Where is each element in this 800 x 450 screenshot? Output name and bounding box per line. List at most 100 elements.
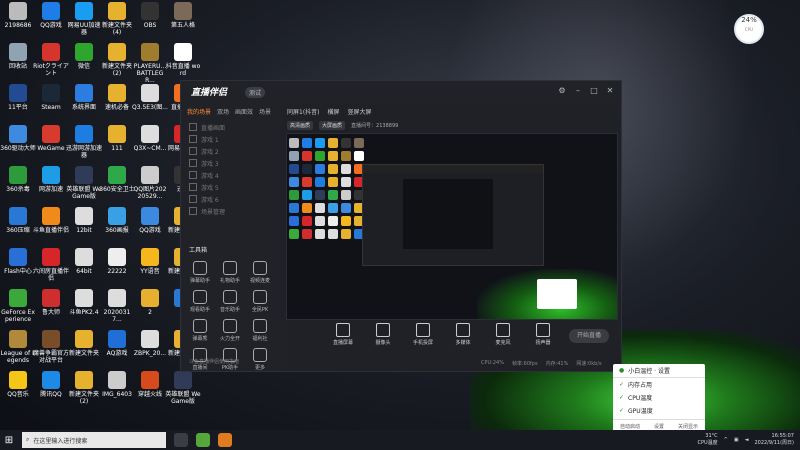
- desktop-icon[interactable]: QQ游戏: [33, 2, 69, 29]
- desktop-icon[interactable]: 斗鱼直播伴侣: [33, 207, 69, 234]
- tool-item[interactable]: 全民PK: [245, 290, 275, 313]
- desktop-icon[interactable]: 六间房直播伴侣: [33, 248, 69, 282]
- autostart-button[interactable]: 自动启动: [620, 423, 640, 430]
- desktop-icon[interactable]: AQ游戏: [99, 330, 135, 357]
- tray-option-gpu[interactable]: ✓ GPU温度: [613, 404, 705, 417]
- desktop-icon[interactable]: 穿越火线: [132, 371, 168, 398]
- volume-icon[interactable]: ◄: [745, 437, 749, 443]
- close-icon[interactable]: ✕: [605, 86, 615, 96]
- taskbar-app-icon[interactable]: [196, 433, 210, 447]
- tool-item[interactable]: 弹幕秀: [185, 319, 215, 342]
- minimize-icon[interactable]: –: [573, 86, 583, 96]
- desktop-icon[interactable]: 新建文件夹 (2): [99, 43, 135, 77]
- desktop-icon[interactable]: 第五人格: [165, 2, 201, 29]
- windows-start-icon[interactable]: ⊞: [0, 430, 18, 450]
- network-icon[interactable]: ▣: [734, 437, 739, 443]
- taskbar-search[interactable]: ⌕ 在这里输入进行搜索: [22, 432, 166, 448]
- taskbar-live-companion-icon[interactable]: [218, 433, 232, 447]
- desktop-icon[interactable]: OBS: [132, 2, 168, 29]
- desktop-icon[interactable]: QQ图片20220529...: [132, 166, 168, 200]
- desktop-icon[interactable]: 网易UU加速器: [66, 2, 102, 36]
- desktop-icon[interactable]: 新建文件夹 (2): [66, 371, 102, 405]
- stage-tab-1[interactable]: 同屏1(抖音): [287, 107, 320, 116]
- layer-checkbox[interactable]: [189, 171, 197, 179]
- layer-checkbox[interactable]: [189, 135, 197, 143]
- desktop-icon[interactable]: 新建文件夹: [66, 330, 102, 357]
- desktop-icon[interactable]: 2198686: [0, 2, 36, 29]
- desktop-icon[interactable]: 系统界面: [66, 84, 102, 111]
- layer-item[interactable]: 游戏 4: [189, 170, 273, 180]
- desktop-icon[interactable]: 新建文件夹 (4): [99, 2, 135, 36]
- desktop-icon[interactable]: Flash中心: [0, 248, 36, 275]
- desktop-icon[interactable]: 微信: [66, 43, 102, 70]
- desktop-icon[interactable]: 12bit: [66, 207, 102, 234]
- desktop-icon[interactable]: 22222: [99, 248, 135, 275]
- chevron-up-icon[interactable]: ^: [724, 437, 728, 443]
- tool-item[interactable]: 火力全开: [215, 319, 245, 342]
- source-button[interactable]: 多媒体: [451, 323, 475, 346]
- desktop-icon[interactable]: Steam: [33, 84, 69, 111]
- start-live-button[interactable]: 开始直播: [569, 329, 609, 343]
- tab-my-scene[interactable]: 我的场景: [187, 107, 211, 116]
- desktop-icon[interactable]: PLAYERU... BATTLEGR...: [132, 43, 168, 84]
- stage-tab-2[interactable]: 横屏: [328, 107, 340, 116]
- tool-item[interactable]: 音乐助手: [215, 290, 245, 313]
- maximize-icon[interactable]: □: [589, 86, 599, 96]
- desktop-icon[interactable]: Q3X~CM...: [132, 125, 168, 152]
- tool-item[interactable]: 礼物助手: [215, 261, 245, 284]
- desktop-icon[interactable]: 2: [132, 289, 168, 316]
- source-button[interactable]: 麦克风: [491, 323, 515, 346]
- desktop-icon[interactable]: 360杀毒: [0, 166, 36, 193]
- tool-item[interactable]: 视频连麦: [245, 261, 275, 284]
- desktop-icon[interactable]: 111: [99, 125, 135, 152]
- layer-checkbox[interactable]: [189, 159, 197, 167]
- desktop-icon[interactable]: 速机必备: [99, 84, 135, 111]
- desktop-icon[interactable]: 20200317...: [99, 289, 135, 323]
- layer-checkbox[interactable]: [189, 195, 197, 203]
- cpu-usage-badge[interactable]: 24% CPU: [734, 14, 764, 44]
- desktop-icon[interactable]: 11平台: [0, 84, 36, 111]
- layer-item[interactable]: 游戏 1: [189, 134, 273, 144]
- layer-item[interactable]: 游戏 3: [189, 158, 273, 168]
- tray-option-memory[interactable]: ✓ 内存占用: [613, 378, 705, 391]
- tool-item[interactable]: 弹幕助手: [185, 261, 215, 284]
- source-button[interactable]: 直播屏幕: [331, 323, 355, 346]
- source-button[interactable]: 手机投屏: [411, 323, 435, 346]
- tab-dual[interactable]: 双场: [217, 107, 229, 116]
- tab-scene[interactable]: 场景: [259, 107, 271, 116]
- desktop-icon[interactable]: 360压缩: [0, 207, 36, 234]
- desktop-icon[interactable]: 迅游网游加速器: [66, 125, 102, 159]
- layer-item[interactable]: 直播画面: [189, 122, 273, 132]
- layer-item[interactable]: 场景管理: [189, 206, 273, 216]
- desktop-icon[interactable]: League of Legends: [0, 330, 36, 364]
- source-button[interactable]: 扬声器: [531, 323, 555, 346]
- hide-display-button[interactable]: 关闭显示: [678, 423, 698, 430]
- tray-option-cpu[interactable]: ✓ CPU温度: [613, 391, 705, 404]
- layer-checkbox[interactable]: [189, 123, 197, 131]
- layer-checkbox[interactable]: [189, 207, 197, 215]
- guide-link[interactable]: 斗鱼直播伴侣使用指南: [189, 358, 239, 365]
- quality-pill-2[interactable]: 大屏画质: [319, 120, 346, 130]
- clock[interactable]: 16:55:07 2022/9/11(周日): [754, 433, 794, 447]
- layer-item[interactable]: 游戏 2: [189, 146, 273, 156]
- desktop-icon[interactable]: IMG_6403: [99, 371, 135, 398]
- source-button[interactable]: 摄像头: [371, 323, 395, 346]
- desktop-icon[interactable]: 360安全卫士: [99, 166, 135, 193]
- live-companion-window[interactable]: 直播伴侣 测试 ⚙ – □ ✕ 我的场景 双场 画面效 场景 直播画面 游戏 1 游…: [180, 80, 622, 372]
- desktop-icon[interactable]: 鲁大师: [33, 289, 69, 316]
- stage-tab-3[interactable]: 竖屏大屏: [348, 107, 372, 116]
- tab-effects[interactable]: 画面效: [235, 107, 253, 116]
- settings-icon[interactable]: ⚙: [557, 86, 567, 96]
- desktop-icon[interactable]: WeGame: [33, 125, 69, 152]
- desktop-icon[interactable]: 网游加速: [33, 166, 69, 193]
- quality-pill-1[interactable]: 高清画质: [287, 120, 314, 130]
- desktop-icon[interactable]: 英雄联盟 WeGame版: [165, 371, 201, 405]
- tool-item[interactable]: 观看助手: [185, 290, 215, 313]
- layer-checkbox[interactable]: [189, 147, 197, 155]
- desktop-icon[interactable]: GeForce Experience: [0, 289, 36, 323]
- desktop-icon[interactable]: Riotクライアント: [33, 43, 69, 77]
- desktop-icon[interactable]: 64bit: [66, 248, 102, 275]
- desktop-icon[interactable]: 回收站: [0, 43, 36, 70]
- tool-item[interactable]: 福利社: [245, 319, 275, 342]
- layer-item[interactable]: 游戏 5: [189, 182, 273, 192]
